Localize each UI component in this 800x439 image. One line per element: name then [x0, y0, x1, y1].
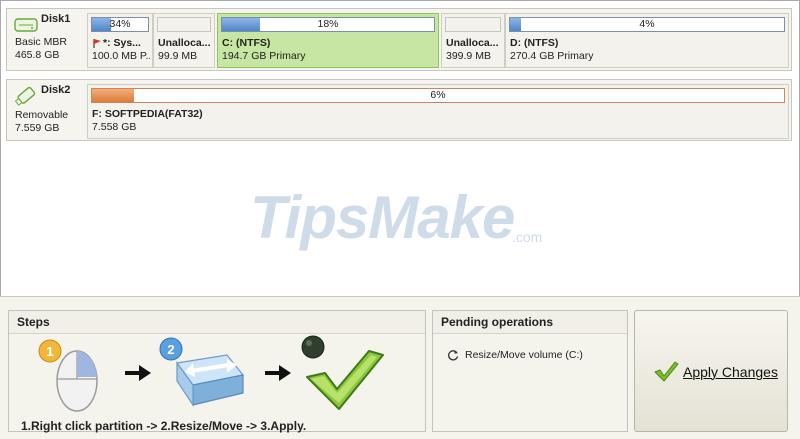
steps-caption: 1.Right click partition -> 2.Resize/Move… [21, 419, 307, 433]
usage-label: 4% [639, 18, 655, 30]
usage-bar: 4% [509, 17, 785, 32]
disk-info-disk2: Disk2 Removable 7.559 GB [7, 80, 87, 140]
checkmark-icon [654, 361, 679, 382]
check-icon [301, 335, 384, 410]
partition-size: 7.558 GB [92, 121, 137, 133]
step-2-number: 2 [167, 342, 174, 357]
refresh-icon [448, 350, 459, 361]
pending-panel: Pending operations Resize/Move volume (C… [432, 310, 628, 432]
partition-size: 99.9 MB [158, 50, 198, 62]
usage-label: 34% [109, 18, 131, 30]
usage-bar: 6% [91, 88, 785, 103]
partition-name: F: SOFTPEDIA(FAT32) [92, 108, 203, 120]
disk-type: Basic MBR [15, 36, 67, 48]
usage-bar: 18% [221, 17, 435, 32]
disk-name: Disk1 [41, 13, 71, 25]
partition-size: 399.9 MB [446, 50, 491, 62]
partition-c[interactable]: 18% C: (NTFS) 194.7 GB Primary [217, 13, 439, 68]
usage-label: 18% [317, 18, 339, 30]
disk-row-disk1[interactable]: Disk1 Basic MBR 465.8 GB 34% *: Sys... 1… [6, 8, 792, 71]
watermark-logo: TipsMake .com [250, 182, 560, 252]
partition-size: 270.4 GB Primary [510, 50, 594, 62]
partition-name: D: (NTFS) [510, 37, 559, 49]
watermark-brand: TipsMake [250, 184, 514, 251]
usage-bar: 34% [91, 17, 149, 32]
usage-label: 6% [430, 89, 446, 101]
resize-drive-icon: 2 [159, 337, 245, 407]
partition-name: Unalloca... [446, 37, 499, 49]
pending-item-label: Resize/Move volume (C:) [465, 349, 583, 361]
steps-panel: Steps 1 2 1.Right click partition -> 2.R… [8, 310, 426, 433]
hard-disk-icon [14, 18, 38, 32]
steps-title: Steps [9, 311, 425, 334]
usage-bar [445, 17, 501, 32]
apply-changes-button[interactable]: Apply Changes [634, 310, 788, 432]
partition-system[interactable]: 34% *: Sys... 100.0 MB P... [87, 13, 153, 68]
usage-bar [157, 17, 211, 32]
partition-unallocated-2[interactable]: Unalloca... 399.9 MB [441, 13, 505, 68]
arrow-icon [125, 365, 151, 381]
pending-item[interactable]: Resize/Move volume (C:) [447, 349, 583, 361]
disk-size: 7.559 GB [15, 122, 60, 134]
arrow-icon [265, 365, 291, 381]
partition-name: *: Sys... [103, 37, 141, 49]
pending-title: Pending operations [433, 311, 627, 334]
partition-size: 194.7 GB Primary [222, 50, 306, 62]
disk-name: Disk2 [41, 84, 71, 96]
disk-row-disk2[interactable]: Disk2 Removable 7.559 GB 6% F: SOFTPEDIA… [6, 79, 792, 141]
flag-icon [93, 39, 101, 48]
step-1-number: 1 [46, 344, 53, 359]
disk-type: Removable [15, 109, 69, 121]
partition-name: C: (NTFS) [222, 37, 271, 49]
partition-d[interactable]: 4% D: (NTFS) 270.4 GB Primary [505, 13, 789, 68]
partition-unallocated-1[interactable]: Unalloca... 99.9 MB [153, 13, 215, 68]
watermark-suffix: .com [512, 229, 542, 245]
disk-size: 465.8 GB [15, 49, 60, 61]
usb-drive-icon [14, 86, 36, 106]
mouse-icon: 1 [38, 339, 98, 412]
disk-info-disk1: Disk1 Basic MBR 465.8 GB [7, 9, 87, 70]
partition-size: 100.0 MB P... [92, 50, 150, 62]
apply-changes-label: Apply Changes [683, 364, 778, 380]
partition-name: Unalloca... [158, 37, 211, 49]
partition-f[interactable]: 6% F: SOFTPEDIA(FAT32) 7.558 GB [87, 84, 789, 139]
